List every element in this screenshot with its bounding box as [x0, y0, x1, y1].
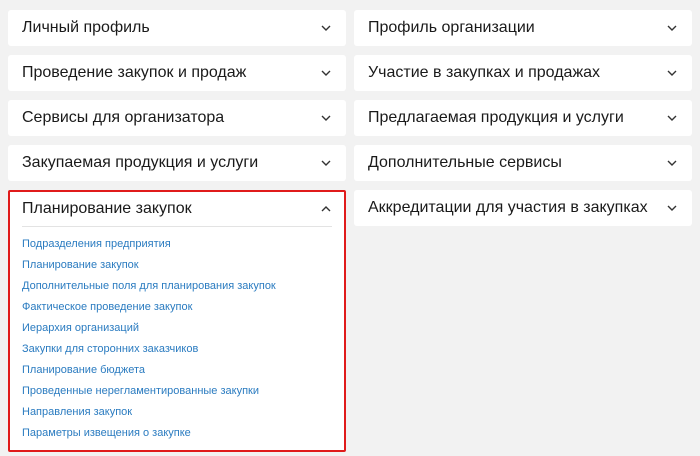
link-procurement-planning[interactable]: Планирование закупок: [22, 259, 139, 271]
link-additional-fields[interactable]: Дополнительные поля для планирования зак…: [22, 280, 276, 292]
section-title: Планирование закупок: [22, 200, 192, 217]
link-unregulated-procurement[interactable]: Проведенные нерегламентированные закупки: [22, 385, 259, 397]
left-column: Личный профиль Проведение закупок и прод…: [8, 10, 346, 452]
section-organization-profile[interactable]: Профиль организации: [354, 10, 692, 46]
section-accreditations[interactable]: Аккредитации для участия в закупках: [354, 190, 692, 226]
link-actual-procurement[interactable]: Фактическое проведение закупок: [22, 301, 192, 313]
section-participation[interactable]: Участие в закупках и продажах: [354, 55, 692, 91]
right-column: Профиль организации Участие в закупках и…: [354, 10, 692, 235]
list-item: Иерархия организаций: [22, 317, 332, 338]
list-item: Дополнительные поля для планирования зак…: [22, 275, 332, 296]
chevron-down-icon: [666, 112, 678, 124]
link-budget-planning[interactable]: Планирование бюджета: [22, 364, 145, 376]
section-purchased-products[interactable]: Закупаемая продукция и услуги: [8, 145, 346, 181]
link-org-hierarchy[interactable]: Иерархия организаций: [22, 322, 139, 334]
list-item: Закупки для сторонних заказчиков: [22, 338, 332, 359]
link-departments[interactable]: Подразделения предприятия: [22, 238, 171, 250]
section-title: Закупаемая продукция и услуги: [22, 154, 259, 171]
chevron-down-icon: [666, 157, 678, 169]
section-title: Личный профиль: [22, 19, 150, 36]
chevron-down-icon: [320, 67, 332, 79]
list-item: Фактическое проведение закупок: [22, 296, 332, 317]
section-procurement-planning-expanded: Планирование закупок Подразделения предп…: [8, 190, 346, 452]
section-purchases-and-sales[interactable]: Проведение закупок и продаж: [8, 55, 346, 91]
procurement-planning-links: Подразделения предприятия Планирование з…: [22, 233, 332, 443]
chevron-up-icon: [320, 203, 332, 215]
section-offered-products[interactable]: Предлагаемая продукция и услуги: [354, 100, 692, 136]
link-procurement-directions[interactable]: Направления закупок: [22, 406, 132, 418]
section-title: Сервисы для организатора: [22, 109, 225, 126]
link-third-party-customers[interactable]: Закупки для сторонних заказчиков: [22, 343, 198, 355]
list-item: Планирование бюджета: [22, 359, 332, 380]
chevron-down-icon: [666, 67, 678, 79]
list-item: Планирование закупок: [22, 254, 332, 275]
list-item: Подразделения предприятия: [22, 233, 332, 254]
chevron-down-icon: [320, 157, 332, 169]
list-item: Направления закупок: [22, 401, 332, 422]
section-personal-profile[interactable]: Личный профиль: [8, 10, 346, 46]
section-title: Дополнительные сервисы: [368, 154, 562, 171]
section-organizer-services[interactable]: Сервисы для организатора: [8, 100, 346, 136]
chevron-down-icon: [320, 112, 332, 124]
section-title: Участие в закупках и продажах: [368, 64, 601, 81]
chevron-down-icon: [320, 22, 332, 34]
section-title: Предлагаемая продукция и услуги: [368, 109, 624, 126]
list-item: Проведенные нерегламентированные закупки: [22, 380, 332, 401]
section-title: Проведение закупок и продаж: [22, 64, 247, 81]
section-procurement-planning-header[interactable]: Планирование закупок: [22, 192, 332, 227]
section-title: Профиль организации: [368, 19, 535, 36]
section-title: Аккредитации для участия в закупках: [368, 199, 648, 216]
chevron-down-icon: [666, 22, 678, 34]
link-notice-parameters[interactable]: Параметры извещения о закупке: [22, 427, 191, 439]
section-additional-services[interactable]: Дополнительные сервисы: [354, 145, 692, 181]
list-item: Параметры извещения о закупке: [22, 422, 332, 443]
chevron-down-icon: [666, 202, 678, 214]
